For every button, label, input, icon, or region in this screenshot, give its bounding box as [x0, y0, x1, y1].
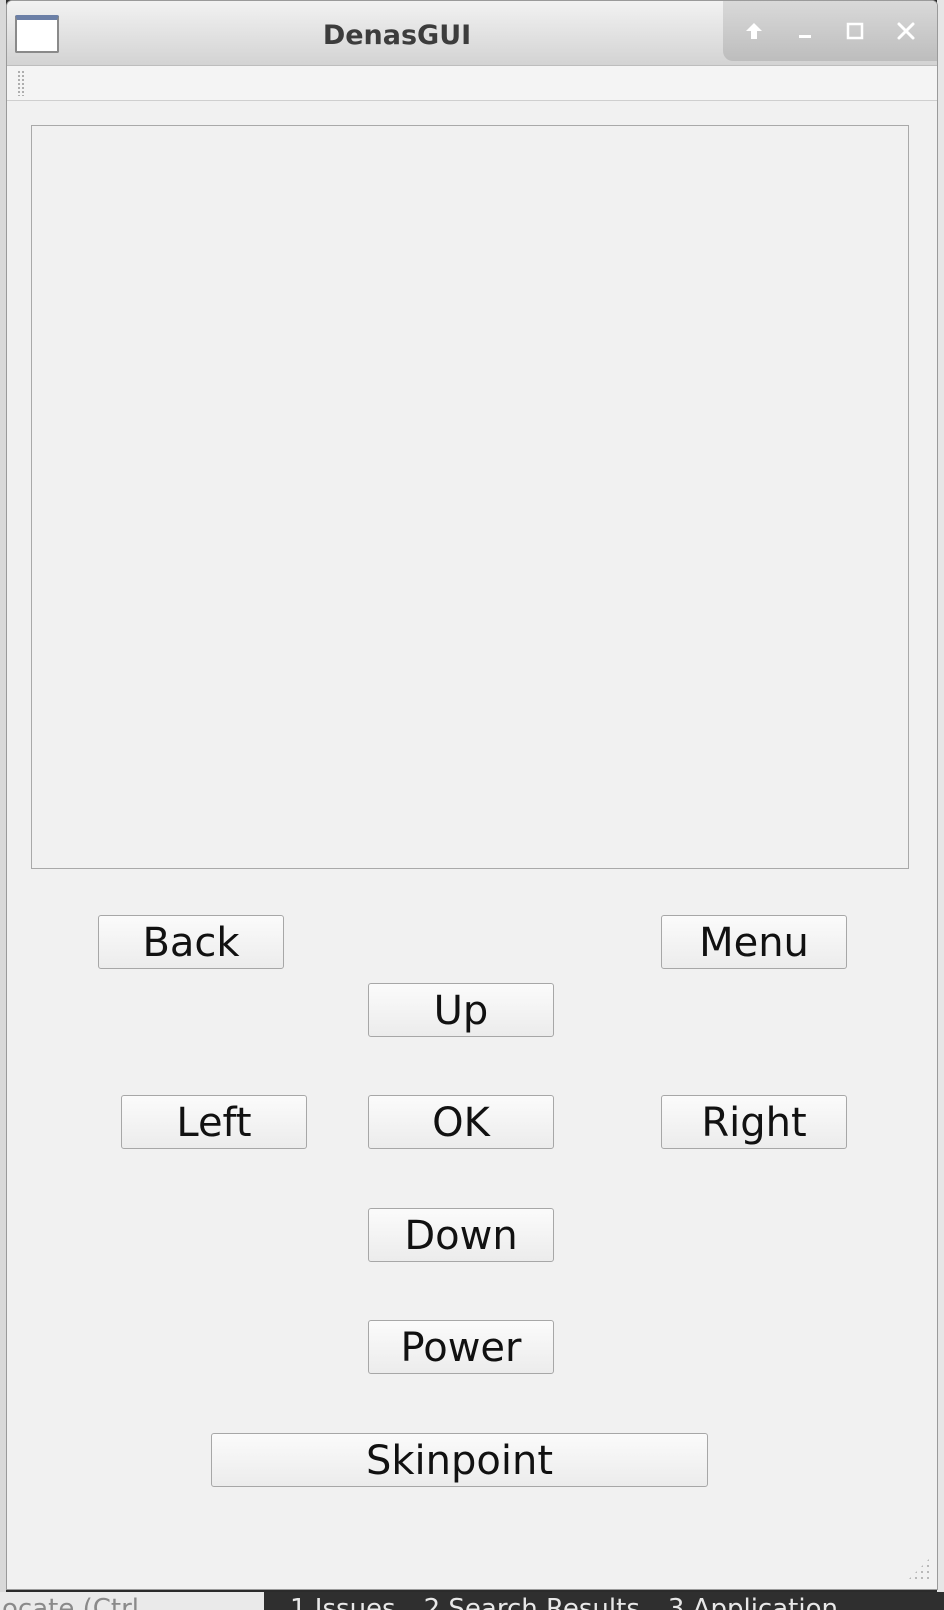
taskbar-tab-issues[interactable]: 1 Issues	[290, 1592, 396, 1610]
taskbar-tab-application[interactable]: 3 Application	[668, 1592, 838, 1610]
denasgui-window: DenasGUI Back Menu Up Left OK Right Down…	[6, 0, 938, 1590]
toolbar-grip-handle[interactable]	[17, 70, 25, 96]
display-panel	[31, 125, 909, 869]
menu-button[interactable]: Menu	[661, 915, 847, 969]
taskbar-tabs: 1 Issues 2 Search Results 3 Application	[262, 1592, 944, 1610]
window-title: DenasGUI	[322, 20, 472, 51]
back-button[interactable]: Back	[98, 915, 284, 969]
window-controls	[723, 1, 937, 61]
down-button[interactable]: Down	[368, 1208, 554, 1262]
taskbar-locate-field[interactable]: ocate (Ctrl...	[0, 1592, 264, 1610]
ok-button[interactable]: OK	[368, 1095, 554, 1149]
up-button[interactable]: Up	[368, 983, 554, 1037]
title-bar[interactable]: DenasGUI	[7, 1, 937, 66]
minimize-icon[interactable]	[786, 12, 824, 50]
maximize-icon[interactable]	[836, 12, 874, 50]
taskbar-tab-search-results[interactable]: 2 Search Results	[424, 1592, 640, 1610]
taskbar: ocate (Ctrl... 1 Issues 2 Search Results…	[0, 1592, 944, 1610]
resize-grip-handle[interactable]	[907, 1557, 931, 1581]
desktop-background-right	[937, 0, 944, 1610]
left-button[interactable]: Left	[121, 1095, 307, 1149]
right-button[interactable]: Right	[661, 1095, 847, 1149]
close-icon[interactable]	[887, 12, 925, 50]
skinpoint-button[interactable]: Skinpoint	[211, 1433, 708, 1487]
shade-up-icon[interactable]	[735, 12, 773, 50]
toolbar-area	[7, 66, 937, 101]
power-button[interactable]: Power	[368, 1320, 554, 1374]
